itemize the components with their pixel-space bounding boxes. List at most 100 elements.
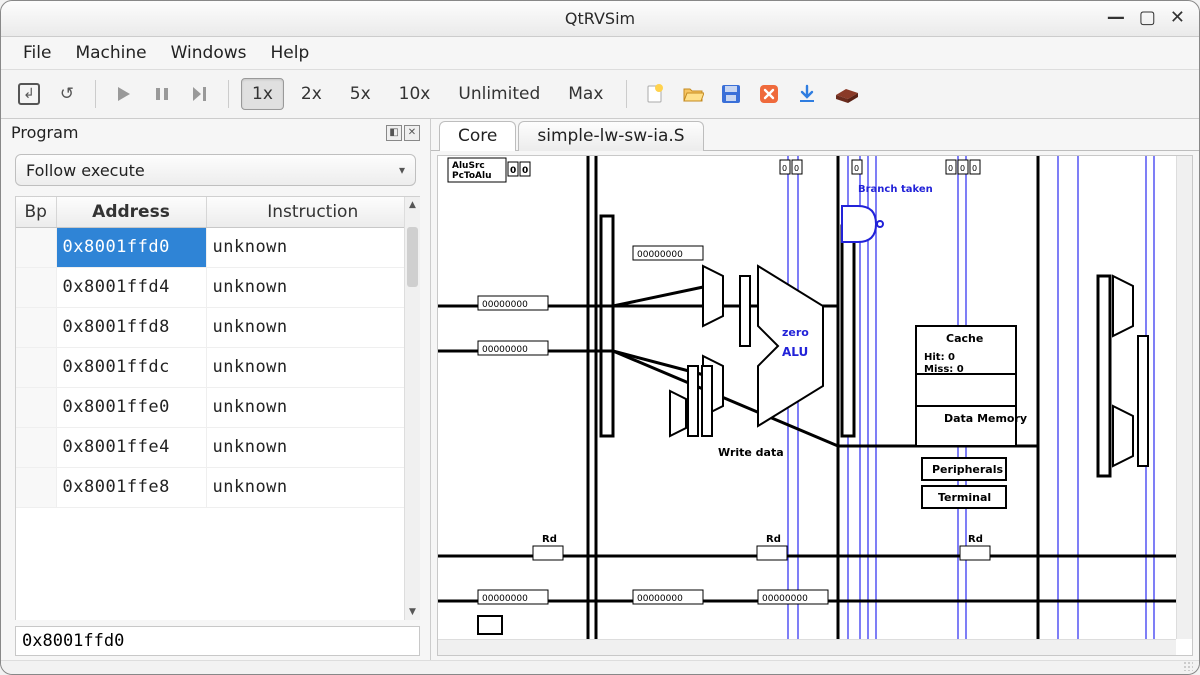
canvas-hscroll[interactable]	[438, 639, 1176, 655]
address-cell[interactable]: 0x8001ffe4	[56, 427, 206, 467]
download-icon	[796, 83, 818, 105]
address-cell[interactable]: 0x8001ffe0	[56, 387, 206, 427]
table-row[interactable]: 0x8001ffd4unknown	[16, 267, 420, 307]
svg-text:Terminal: Terminal	[938, 491, 991, 504]
svg-text:Branch taken: Branch taken	[858, 184, 933, 195]
new-file-icon	[644, 83, 666, 105]
chevron-down-icon: ▾	[399, 163, 405, 177]
address-cell[interactable]: 0x8001ffdc	[56, 347, 206, 387]
program-scrollbar[interactable]: ▲ ▼	[404, 197, 420, 620]
svg-text:Cache: Cache	[946, 332, 983, 345]
speed-unlimited-button[interactable]: Unlimited	[447, 78, 551, 110]
instruction-cell[interactable]: unknown	[206, 347, 420, 387]
canvas-vscroll[interactable]	[1176, 156, 1192, 639]
instruction-cell[interactable]: unknown	[206, 387, 420, 427]
address-cell[interactable]: 0x8001ffd0	[56, 227, 206, 267]
open-folder-icon	[682, 83, 704, 105]
speed-5x-button[interactable]: 5x	[339, 78, 382, 110]
address-cell[interactable]: 0x8001ffe8	[56, 467, 206, 507]
instruction-cell[interactable]: unknown	[206, 427, 420, 467]
address-input[interactable]	[15, 626, 420, 656]
table-row[interactable]: 0x8001ffe0unknown	[16, 387, 420, 427]
close-file-icon	[758, 83, 780, 105]
reload-button[interactable]: ↺	[51, 78, 83, 110]
svg-text:00000000: 00000000	[637, 250, 683, 260]
svg-text:0: 0	[794, 164, 799, 173]
svg-text:Hit: 0: Hit: 0	[924, 352, 955, 363]
speed-2x-button[interactable]: 2x	[290, 78, 333, 110]
svg-text:0: 0	[522, 166, 528, 176]
svg-text:0: 0	[960, 164, 965, 173]
menu-file[interactable]: File	[23, 43, 51, 63]
download-button[interactable]	[791, 78, 823, 110]
menu-help[interactable]: Help	[271, 43, 310, 63]
svg-text:00000000: 00000000	[482, 594, 528, 604]
address-cell[interactable]: 0x8001ffd4	[56, 267, 206, 307]
menu-machine[interactable]: Machine	[75, 43, 146, 63]
tab-source[interactable]: simple-lw-sw-ia.S	[518, 121, 703, 151]
table-row[interactable]: 0x8001ffe8unknown	[16, 467, 420, 507]
svg-text:ALU: ALU	[782, 345, 808, 359]
bp-cell[interactable]	[16, 387, 56, 427]
instruction-cell[interactable]: unknown	[206, 227, 420, 267]
svg-text:00000000: 00000000	[762, 594, 808, 604]
svg-text:0: 0	[948, 164, 953, 173]
col-bp[interactable]: Bp	[16, 197, 56, 227]
instruction-cell[interactable]: unknown	[206, 467, 420, 507]
titlebar: QtRVSim — ▢ ✕	[1, 1, 1199, 37]
menubar: File Machine Windows Help	[1, 37, 1199, 69]
table-row[interactable]: 0x8001ffdcunknown	[16, 347, 420, 387]
bp-cell[interactable]	[16, 467, 56, 507]
instruction-cell[interactable]: unknown	[206, 267, 420, 307]
col-address[interactable]: Address	[56, 197, 206, 227]
pause-button[interactable]	[146, 78, 178, 110]
instruction-cell[interactable]: unknown	[206, 307, 420, 347]
panel-close-button[interactable]: ✕	[404, 125, 420, 141]
speed-10x-button[interactable]: 10x	[388, 78, 442, 110]
play-icon	[115, 85, 133, 103]
svg-text:Rd: Rd	[542, 534, 557, 545]
tab-core[interactable]: Core	[439, 121, 516, 151]
table-row[interactable]: 0x8001ffd0unknown	[16, 227, 420, 267]
follow-select-label: Follow execute	[26, 161, 145, 180]
svg-text:00000000: 00000000	[482, 300, 528, 310]
bp-cell[interactable]	[16, 267, 56, 307]
save-button[interactable]	[715, 78, 747, 110]
toolbar: ↲ ↺ 1x 2x 5x 10x Unlimited Max	[1, 69, 1199, 119]
minimize-button[interactable]: —	[1107, 7, 1125, 28]
follow-select[interactable]: Follow execute ▾	[15, 154, 416, 186]
power-icon: ↲	[18, 83, 40, 105]
power-button[interactable]: ↲	[13, 78, 45, 110]
program-table: Bp Address Instruction 0x8001ffd0unknown…	[15, 196, 420, 620]
step-button[interactable]	[184, 78, 216, 110]
open-file-button[interactable]	[677, 78, 709, 110]
core-canvas[interactable]: 00000000 00000000 00000000 00000000 0000…	[437, 155, 1193, 656]
col-instruction[interactable]: Instruction	[206, 197, 420, 227]
bp-cell[interactable]	[16, 307, 56, 347]
bp-cell[interactable]	[16, 427, 56, 467]
svg-text:Miss: 0: Miss: 0	[924, 364, 964, 375]
table-row[interactable]: 0x8001ffe4unknown	[16, 427, 420, 467]
maximize-button[interactable]: ▢	[1139, 7, 1156, 28]
speed-1x-button[interactable]: 1x	[241, 78, 284, 110]
new-file-button[interactable]	[639, 78, 671, 110]
svg-text:zero: zero	[782, 326, 809, 339]
panel-detach-button[interactable]: ◧	[386, 125, 402, 141]
reload-icon: ↺	[60, 84, 74, 104]
svg-text:00000000: 00000000	[482, 345, 528, 355]
svg-text:AluSrc: AluSrc	[452, 161, 485, 171]
address-cell[interactable]: 0x8001ffd8	[56, 307, 206, 347]
compile-button[interactable]	[829, 78, 865, 110]
pause-icon	[153, 85, 171, 103]
bp-cell[interactable]	[16, 347, 56, 387]
table-row[interactable]: 0x8001ffd8unknown	[16, 307, 420, 347]
run-button[interactable]	[108, 78, 140, 110]
bp-cell[interactable]	[16, 227, 56, 267]
menu-windows[interactable]: Windows	[171, 43, 247, 63]
close-file-button[interactable]	[753, 78, 785, 110]
speed-max-button[interactable]: Max	[557, 78, 614, 110]
floppy-icon	[720, 83, 742, 105]
svg-text:0: 0	[854, 164, 859, 173]
program-panel: Program ◧ ✕ Follow execute ▾ Bp A	[1, 119, 431, 660]
close-button[interactable]: ✕	[1170, 7, 1185, 28]
